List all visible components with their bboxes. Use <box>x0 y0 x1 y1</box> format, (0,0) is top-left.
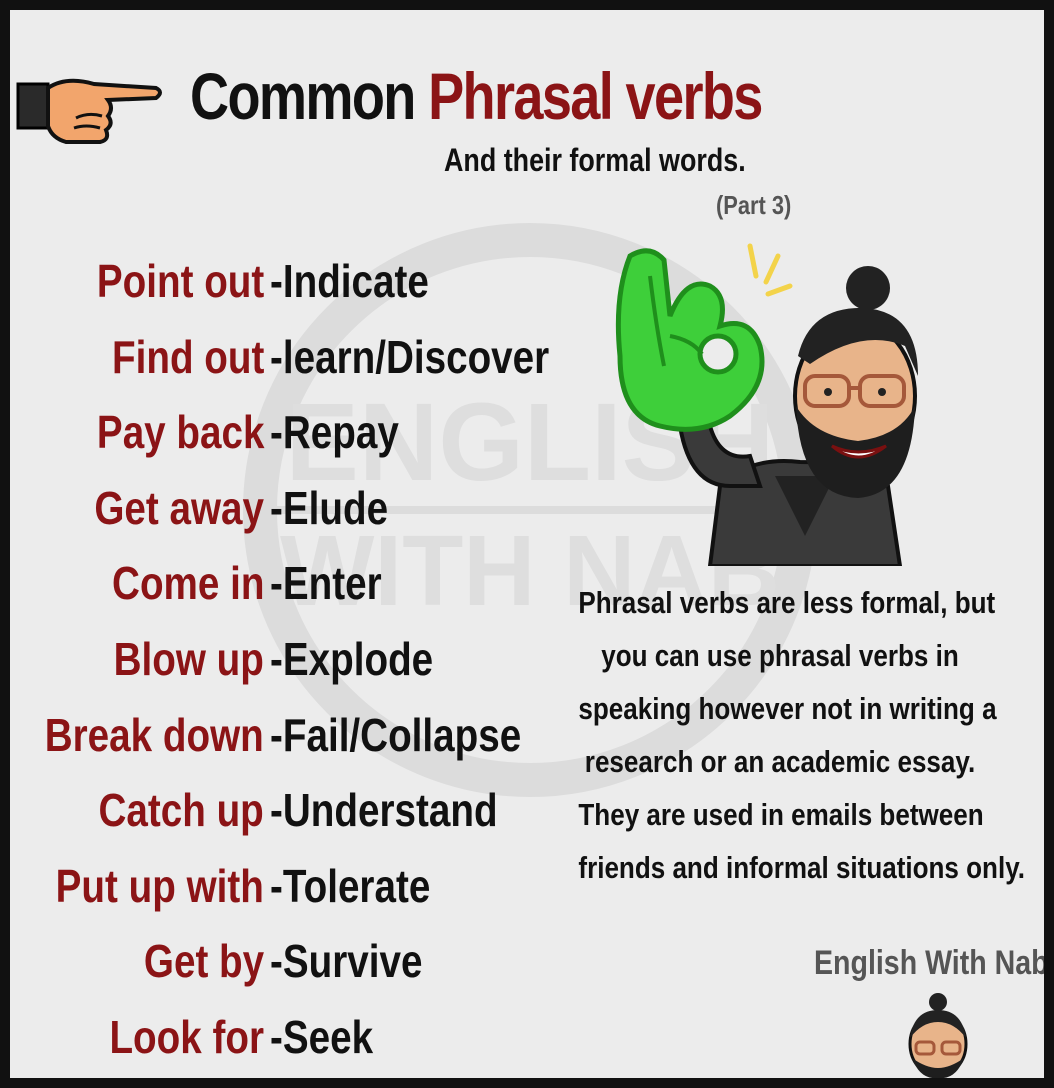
note-line: speaking however not in writing a <box>578 691 997 726</box>
title-phrasal-verbs: Phrasal verbs <box>428 59 763 133</box>
phrasal-verb: Get away <box>94 481 264 534</box>
note-paragraph: Phrasal verbs are less formal, but you c… <box>540 576 1025 894</box>
verb-row: Come in -Enter <box>10 552 570 628</box>
phrasal-verb: Look for <box>109 1010 264 1063</box>
formal-word: -Understand <box>270 784 498 837</box>
verb-list: Point out -Indicate Find out -learn/Discov… <box>10 250 570 1078</box>
formal-word: -learn/Discover <box>270 330 550 383</box>
title-common: Common <box>190 59 416 133</box>
cartoon-man-head-icon <box>908 993 968 1078</box>
phrasal-verb: Come in <box>111 557 264 610</box>
verb-row: Look for -Seek <box>10 1006 570 1078</box>
formal-word: -Repay <box>270 406 399 459</box>
phrasal-verb: Get by <box>143 935 264 988</box>
page-title: Common Phrasal verbs <box>190 58 763 134</box>
verb-row: Point out -Indicate <box>10 250 570 326</box>
verb-row: Blow up -Explode <box>10 628 570 704</box>
formal-word: -Fail/Collapse <box>270 708 522 761</box>
phrasal-verb: Find out <box>111 330 264 383</box>
note-line: research or an academic essay. <box>584 744 976 779</box>
formal-word: -Elude <box>270 481 389 534</box>
verb-row: Get away -Elude <box>10 477 570 553</box>
verb-row: Get by -Survive <box>10 930 570 1006</box>
formal-word: -Seek <box>270 1010 374 1063</box>
phrasal-verb: Pay back <box>96 406 264 459</box>
formal-word: -Indicate <box>270 255 429 307</box>
brand-label: English With Nab <box>814 944 1044 982</box>
verb-row: Catch up -Understand <box>10 779 570 855</box>
note-line: They are used in emails between <box>578 797 984 832</box>
verb-row: Pay back -Repay <box>10 401 570 477</box>
note-line: Phrasal verbs are less formal, but <box>578 585 996 620</box>
note-line: you can use phrasal verbs in <box>601 638 959 673</box>
verb-row: Break down -Fail/Collapse <box>10 704 570 780</box>
formal-word: -Explode <box>270 632 434 685</box>
formal-word: -Enter <box>270 557 382 610</box>
phrasal-verb: Point out <box>96 255 264 307</box>
part-label: (Part 3) <box>716 190 792 220</box>
phrasal-verb: Catch up <box>98 784 264 837</box>
phrasal-verb: Blow up <box>113 632 264 685</box>
cartoon-man-ok-gesture <box>615 243 918 566</box>
formal-word: -Tolerate <box>270 859 431 912</box>
note-line: friends and informal situations only. <box>578 850 1025 885</box>
poster: ENGLISH WITH NAB Common Phrasal verbs An… <box>10 10 1044 1078</box>
phrasal-verb: Break down <box>44 708 264 761</box>
subtitle: And their formal words. <box>444 142 746 178</box>
pointing-hand-icon <box>16 78 162 144</box>
verb-row: Put up with -Tolerate <box>10 855 570 931</box>
formal-word: -Survive <box>270 935 423 988</box>
verb-row: Find out -learn/Discover <box>10 326 570 402</box>
phrasal-verb: Put up with <box>55 859 264 912</box>
